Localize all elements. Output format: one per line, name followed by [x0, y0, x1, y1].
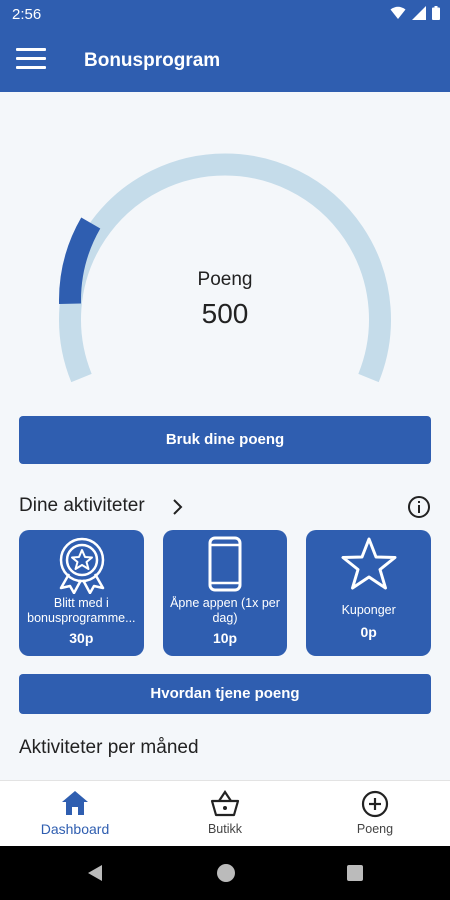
points-gauge: Poeng 500 [0, 92, 450, 402]
system-nav-bar [0, 846, 450, 900]
battery-icon [432, 6, 440, 20]
activity-card-open-app[interactable]: Åpne appen (1x per dag) 10p [162, 530, 288, 656]
monthly-activities-title: Aktiviteter per måned [19, 737, 199, 758]
nav-poeng[interactable]: Poeng [300, 781, 450, 846]
activity-title: Blitt med i bonusprogramme... [27, 596, 136, 625]
activity-points: 0p [360, 624, 377, 640]
home-button-icon[interactable] [216, 863, 236, 883]
how-to-earn-button[interactable]: Hvordan tjene poeng [19, 674, 431, 714]
activity-title: Åpne appen (1x per dag) [170, 596, 280, 625]
app-bar: Bonusprogram [0, 30, 450, 92]
award-ribbon-icon [59, 537, 104, 594]
chevron-right-icon[interactable] [171, 498, 183, 516]
nav-butikk[interactable]: Butikk [150, 781, 300, 846]
activity-points: 30p [69, 630, 94, 646]
signal-icon [412, 6, 426, 20]
nav-label: Poeng [356, 822, 394, 836]
info-icon[interactable] [407, 495, 431, 519]
nav-label: Dashboard [40, 821, 110, 837]
nav-label: Butikk [207, 822, 243, 836]
gauge-graphic [59, 153, 391, 383]
points-value: 500 [201, 298, 249, 329]
phone-icon [208, 536, 242, 592]
activity-card-coupons[interactable]: Kuponger 0p [306, 530, 432, 656]
bottom-nav: Dashboard Butikk Poeng [0, 780, 450, 846]
activity-points: 10p [212, 630, 238, 646]
page-title: Bonusprogram [84, 50, 221, 71]
home-icon [62, 791, 88, 815]
gauge-label: Poeng [197, 269, 253, 290]
activity-card-joined[interactable]: Blitt med i bonusprogramme... 30p [19, 530, 144, 656]
star-icon [341, 537, 397, 590]
status-time: 2:56 [12, 6, 42, 23]
back-icon[interactable] [86, 863, 104, 883]
activity-cards: Blitt med i bonusprogramme... 30p Åpne a… [19, 530, 432, 656]
hamburger-menu-icon[interactable] [16, 48, 46, 74]
status-icons [390, 6, 440, 20]
recents-icon[interactable] [346, 863, 364, 883]
plus-circle-icon [361, 790, 389, 818]
wifi-icon [390, 6, 406, 19]
basket-icon [210, 790, 240, 817]
activities-title: Dine aktiviteter [19, 495, 145, 516]
nav-dashboard[interactable]: Dashboard [0, 781, 150, 846]
use-points-button[interactable]: Bruk dine poeng [19, 416, 431, 464]
status-bar: 2:56 [0, 0, 450, 30]
activities-header[interactable]: Dine aktiviteter [19, 495, 431, 521]
activity-title: Kuponger [341, 603, 396, 617]
